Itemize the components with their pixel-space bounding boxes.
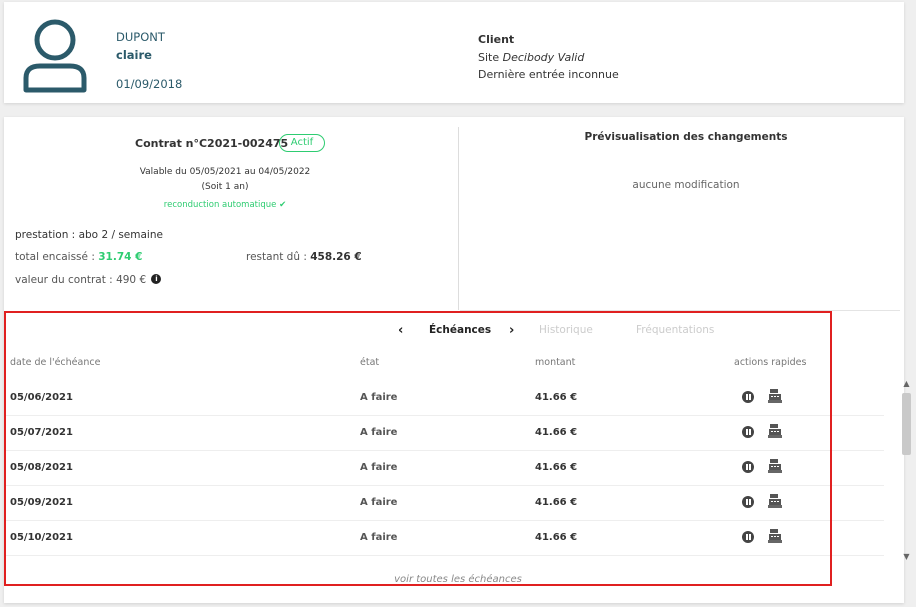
column-header-actions: actions rapides: [734, 357, 807, 368]
prev-tab-arrow-icon[interactable]: ‹: [398, 323, 403, 338]
table-row: 05/06/2021 A faire 41.66 €: [4, 380, 884, 416]
remaining-value: 458.26 €: [310, 251, 362, 263]
row-state: A faire: [360, 427, 398, 438]
section-divider: [460, 310, 900, 311]
contract-value: valeur du contrat : 490 € i: [15, 274, 162, 286]
row-amount: 41.66 €: [535, 392, 578, 403]
cash-register-icon[interactable]: [767, 458, 783, 474]
pause-icon[interactable]: [742, 496, 754, 508]
pause-icon[interactable]: [742, 426, 754, 438]
table-scrollbar[interactable]: ▲ ▼: [900, 378, 913, 568]
info-icon[interactable]: i: [151, 274, 162, 284]
remaining-due: restant dû : 458.26 €: [246, 251, 362, 263]
tab-frequentations[interactable]: Fréquentations: [636, 324, 714, 336]
row-state: A faire: [360, 532, 398, 543]
row-amount: 41.66 €: [535, 462, 578, 473]
value-label: valeur du contrat :: [15, 274, 113, 286]
row-date: 05/08/2021: [10, 462, 73, 473]
client-birth-date: 01/09/2018: [116, 77, 183, 91]
total-label: total encaissé :: [15, 251, 95, 263]
row-amount: 41.66 €: [535, 497, 578, 508]
preview-title: Prévisualisation des changements: [584, 131, 788, 143]
preview-empty-message: aucune modification: [632, 179, 740, 191]
check-icon: ✔: [279, 200, 287, 210]
remaining-label: restant dû :: [246, 251, 307, 263]
table-row: 05/10/2021 A faire 41.66 €: [4, 520, 884, 556]
schedule-tabs: ‹ Échéances › Historique Fréquentations: [0, 323, 916, 340]
status-badge: Actif: [279, 134, 325, 152]
site-name: Decibody Valid: [502, 51, 585, 64]
prestation-label: prestation :: [15, 229, 76, 241]
tab-historique[interactable]: Historique: [539, 324, 593, 336]
client-role: Client: [478, 33, 515, 46]
column-divider: [458, 127, 459, 310]
contract-validity: Valable du 05/05/2021 au 04/05/2022: [139, 167, 311, 177]
row-date: 05/06/2021: [10, 392, 73, 403]
pause-icon[interactable]: [742, 531, 754, 543]
cash-register-icon[interactable]: [767, 528, 783, 544]
row-amount: 41.66 €: [535, 427, 578, 438]
table-row: 05/08/2021 A faire 41.66 €: [4, 450, 884, 486]
row-state: A faire: [360, 392, 398, 403]
cash-register-icon[interactable]: [767, 493, 783, 509]
user-avatar-icon: [23, 19, 87, 93]
value-amount: 490 €: [116, 274, 147, 286]
tab-echeances[interactable]: Échéances: [429, 324, 491, 336]
contract-duration: (Soit 1 an): [201, 182, 249, 192]
scroll-thumb[interactable]: [902, 393, 911, 455]
row-date: 05/10/2021: [10, 532, 73, 543]
column-header-state: état: [360, 357, 380, 368]
cash-register-icon[interactable]: [767, 423, 783, 439]
total-value: 31.74 €: [98, 251, 143, 263]
pause-icon[interactable]: [742, 461, 754, 473]
table-row: 05/09/2021 A faire 41.66 €: [4, 485, 884, 521]
total-collected: total encaissé : 31.74 €: [15, 251, 142, 263]
profile-card: DUPONT claire 01/09/2018 Client Site Dec…: [4, 2, 904, 103]
scroll-down-arrow-icon[interactable]: ▼: [900, 551, 913, 563]
pause-icon[interactable]: [742, 391, 754, 403]
renewal-label: reconduction automatique: [163, 200, 277, 210]
column-header-amount: montant: [535, 357, 576, 368]
row-state: A faire: [360, 462, 398, 473]
next-tab-arrow-icon[interactable]: ›: [509, 323, 514, 338]
see-all-link[interactable]: voir toutes les échéances: [0, 574, 916, 585]
client-site: Site Decibody Valid: [478, 51, 584, 64]
row-date: 05/07/2021: [10, 427, 73, 438]
row-date: 05/09/2021: [10, 497, 73, 508]
row-state: A faire: [360, 497, 398, 508]
scroll-up-arrow-icon[interactable]: ▲: [900, 378, 913, 390]
cash-register-icon[interactable]: [767, 388, 783, 404]
contract-title: Contrat n°C2021-002475: [135, 137, 289, 150]
client-first-name: claire: [116, 48, 152, 62]
site-label: Site: [478, 51, 500, 64]
last-entry: Dernière entrée inconnue: [478, 68, 619, 81]
column-header-date: date de l'échéance: [10, 357, 101, 368]
row-amount: 41.66 €: [535, 532, 578, 543]
renewal-status: reconduction automatique ✔: [134, 200, 316, 210]
prestation-info: prestation : abo 2 / semaine: [15, 229, 163, 241]
client-last-name: DUPONT: [116, 30, 165, 44]
table-row: 05/07/2021 A faire 41.66 €: [4, 415, 884, 451]
prestation-value: abo 2 / semaine: [78, 229, 163, 241]
